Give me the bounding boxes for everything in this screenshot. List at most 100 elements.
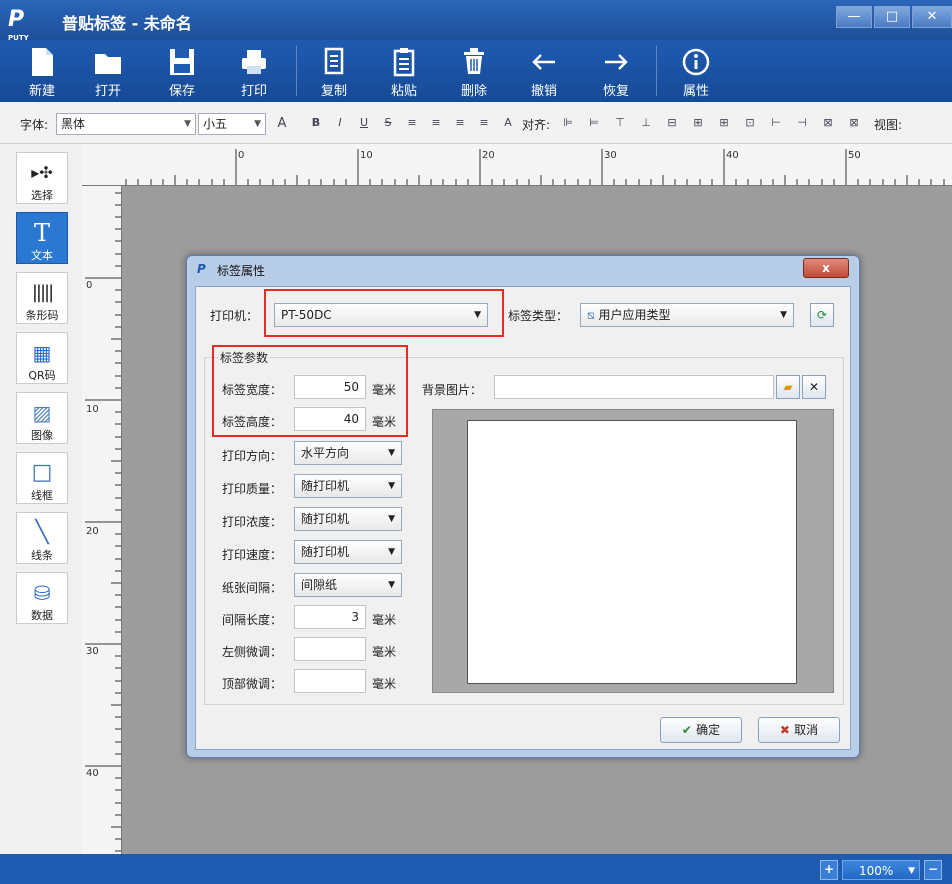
status-bar xyxy=(0,854,952,884)
height-input[interactable]: 40 xyxy=(294,407,366,431)
top-adjust-input[interactable] xyxy=(294,669,366,693)
same-width-button[interactable]: ⊟ xyxy=(664,116,680,129)
speed-select[interactable]: 随打印机 ▼ xyxy=(294,540,402,564)
density-select[interactable]: 随打印机 ▼ xyxy=(294,507,402,531)
undo-button[interactable]: 撤销 xyxy=(516,42,572,100)
font-shrink-button[interactable]: A xyxy=(500,116,516,129)
ok-button[interactable]: ✔ 确定 xyxy=(660,717,742,743)
zoom-in-button[interactable]: + xyxy=(820,860,838,880)
font-grow-button[interactable]: A xyxy=(274,116,290,131)
trash-icon xyxy=(464,48,484,74)
tool-database-label: 数据 xyxy=(31,609,53,622)
qrcode-icon: ▦ xyxy=(32,341,52,365)
tool-rectangle[interactable]: □ 线框 xyxy=(16,452,68,504)
zoom-select[interactable]: 100% ▼ xyxy=(842,860,920,880)
ruler-label: 40 xyxy=(726,150,739,161)
distribute-v-button[interactable]: ⊣ xyxy=(794,116,810,129)
printer-select[interactable]: PT-50DC ▼ xyxy=(274,303,488,327)
direction-select[interactable]: 水平方向 ▼ xyxy=(294,441,402,465)
minimize-button[interactable]: — xyxy=(836,6,872,28)
ungroup-button[interactable]: ⊠ xyxy=(846,116,862,129)
font-family-select[interactable]: 黑体 ▼ xyxy=(56,113,196,135)
align-obj-left-button[interactable]: ⊫ xyxy=(560,116,576,129)
ruler-label: 50 xyxy=(848,150,861,161)
zoom-value: 100% xyxy=(859,864,894,878)
paste-button[interactable]: 粘贴 xyxy=(376,42,432,100)
info-icon xyxy=(682,48,710,76)
same-height-button[interactable]: ⊞ xyxy=(690,116,706,129)
center-h-button[interactable]: ⊞ xyxy=(716,116,732,129)
tool-image[interactable]: ▨ 图像 xyxy=(16,392,68,444)
title-bar: P PUTY 普贴标签 - 未命名 — □ ✕ xyxy=(0,0,952,42)
tool-select-label: 选择 xyxy=(31,189,53,202)
font-size-select[interactable]: 小五 ▼ xyxy=(198,113,266,135)
tool-text[interactable]: T 文本 xyxy=(16,212,68,264)
center-v-button[interactable]: ⊡ xyxy=(742,116,758,129)
tool-image-label: 图像 xyxy=(31,429,53,442)
direction-label: 打印方向： xyxy=(222,449,283,463)
tool-select[interactable]: ▸✣ 选择 xyxy=(16,152,68,204)
zoom-out-button[interactable]: − xyxy=(924,860,942,880)
chevron-down-icon: ▼ xyxy=(254,119,261,129)
new-file-icon xyxy=(32,48,53,76)
align-obj-right-button[interactable]: ⊨ xyxy=(586,116,602,129)
bold-button[interactable]: B xyxy=(308,116,324,129)
gap-length-input[interactable]: 3 xyxy=(294,605,366,629)
distribute-h-button[interactable]: ⊢ xyxy=(768,116,784,129)
align-obj-bottom-button[interactable]: ⊥ xyxy=(638,116,654,129)
gap-length-unit: 毫米 xyxy=(372,613,397,627)
ruler-ticks xyxy=(125,149,945,185)
horizontal-ruler: 0 10 20 30 40 50 xyxy=(82,144,952,186)
width-input[interactable]: 50 xyxy=(294,375,366,399)
align-center-button[interactable]: ≡ xyxy=(428,116,444,129)
open-button[interactable]: 打开 xyxy=(80,42,136,100)
bg-image-input[interactable] xyxy=(494,375,774,399)
align-obj-top-button[interactable]: ⊤ xyxy=(612,116,628,129)
italic-button[interactable]: I xyxy=(332,116,348,129)
label-preview xyxy=(467,420,797,684)
new-button[interactable]: 新建 xyxy=(14,42,70,100)
properties-button[interactable]: 属性 xyxy=(668,42,724,100)
align-right-button[interactable]: ≡ xyxy=(452,116,468,129)
delete-button[interactable]: 删除 xyxy=(446,42,502,100)
delete-label: 删除 xyxy=(460,84,487,99)
ribbon-separator xyxy=(656,46,657,96)
chevron-down-icon: ▼ xyxy=(388,580,395,590)
browse-image-button[interactable]: ▰ xyxy=(776,375,800,399)
label-type-select[interactable]: ⧅ 用户应用类型 ▼ xyxy=(580,303,794,327)
dialog-close-button[interactable]: x xyxy=(803,258,849,278)
ok-label: 确定 xyxy=(696,723,721,737)
redo-button[interactable]: 恢复 xyxy=(588,42,644,100)
print-button[interactable]: 打印 xyxy=(226,42,282,100)
ruler-label: 10 xyxy=(86,404,99,415)
left-adjust-label: 左侧微调： xyxy=(222,645,283,659)
cancel-button[interactable]: ✖ 取消 xyxy=(758,717,840,743)
strikethrough-button[interactable]: S xyxy=(380,116,396,129)
align-label: 对齐: xyxy=(522,118,551,132)
restore-button[interactable]: □ xyxy=(874,6,910,28)
left-adjust-input[interactable] xyxy=(294,637,366,661)
gap-select[interactable]: 间隙纸 ▼ xyxy=(294,573,402,597)
copy-label: 复制 xyxy=(320,84,347,99)
tool-barcode[interactable]: ||||| 条形码 xyxy=(16,272,68,324)
justify-button[interactable]: ≡ xyxy=(476,116,492,129)
clear-image-button[interactable]: ✕ xyxy=(802,375,826,399)
quality-select[interactable]: 随打印机 ▼ xyxy=(294,474,402,498)
close-button[interactable]: ✕ xyxy=(912,6,952,28)
font-size-value: 小五 xyxy=(203,117,228,131)
tool-database[interactable]: ⛁ 数据 xyxy=(16,572,68,624)
group-button[interactable]: ⊠ xyxy=(820,116,836,129)
refresh-button[interactable]: ⟳ xyxy=(810,303,834,327)
align-left-button[interactable]: ≡ xyxy=(404,116,420,129)
cancel-label: 取消 xyxy=(794,723,819,737)
copy-button[interactable]: 复制 xyxy=(306,42,362,100)
ruler-label: 20 xyxy=(482,150,495,161)
underline-button[interactable]: U xyxy=(356,116,372,129)
image-icon: ▨ xyxy=(32,401,52,425)
tool-line[interactable]: ╲ 线条 xyxy=(16,512,68,564)
bg-image-label: 背景图片： xyxy=(422,383,483,397)
save-button[interactable]: 保存 xyxy=(154,42,210,100)
tool-qrcode[interactable]: ▦ QR码 xyxy=(16,332,68,384)
checkmark-icon: ✔ xyxy=(681,723,697,737)
printer-label: 打印机： xyxy=(210,309,259,323)
